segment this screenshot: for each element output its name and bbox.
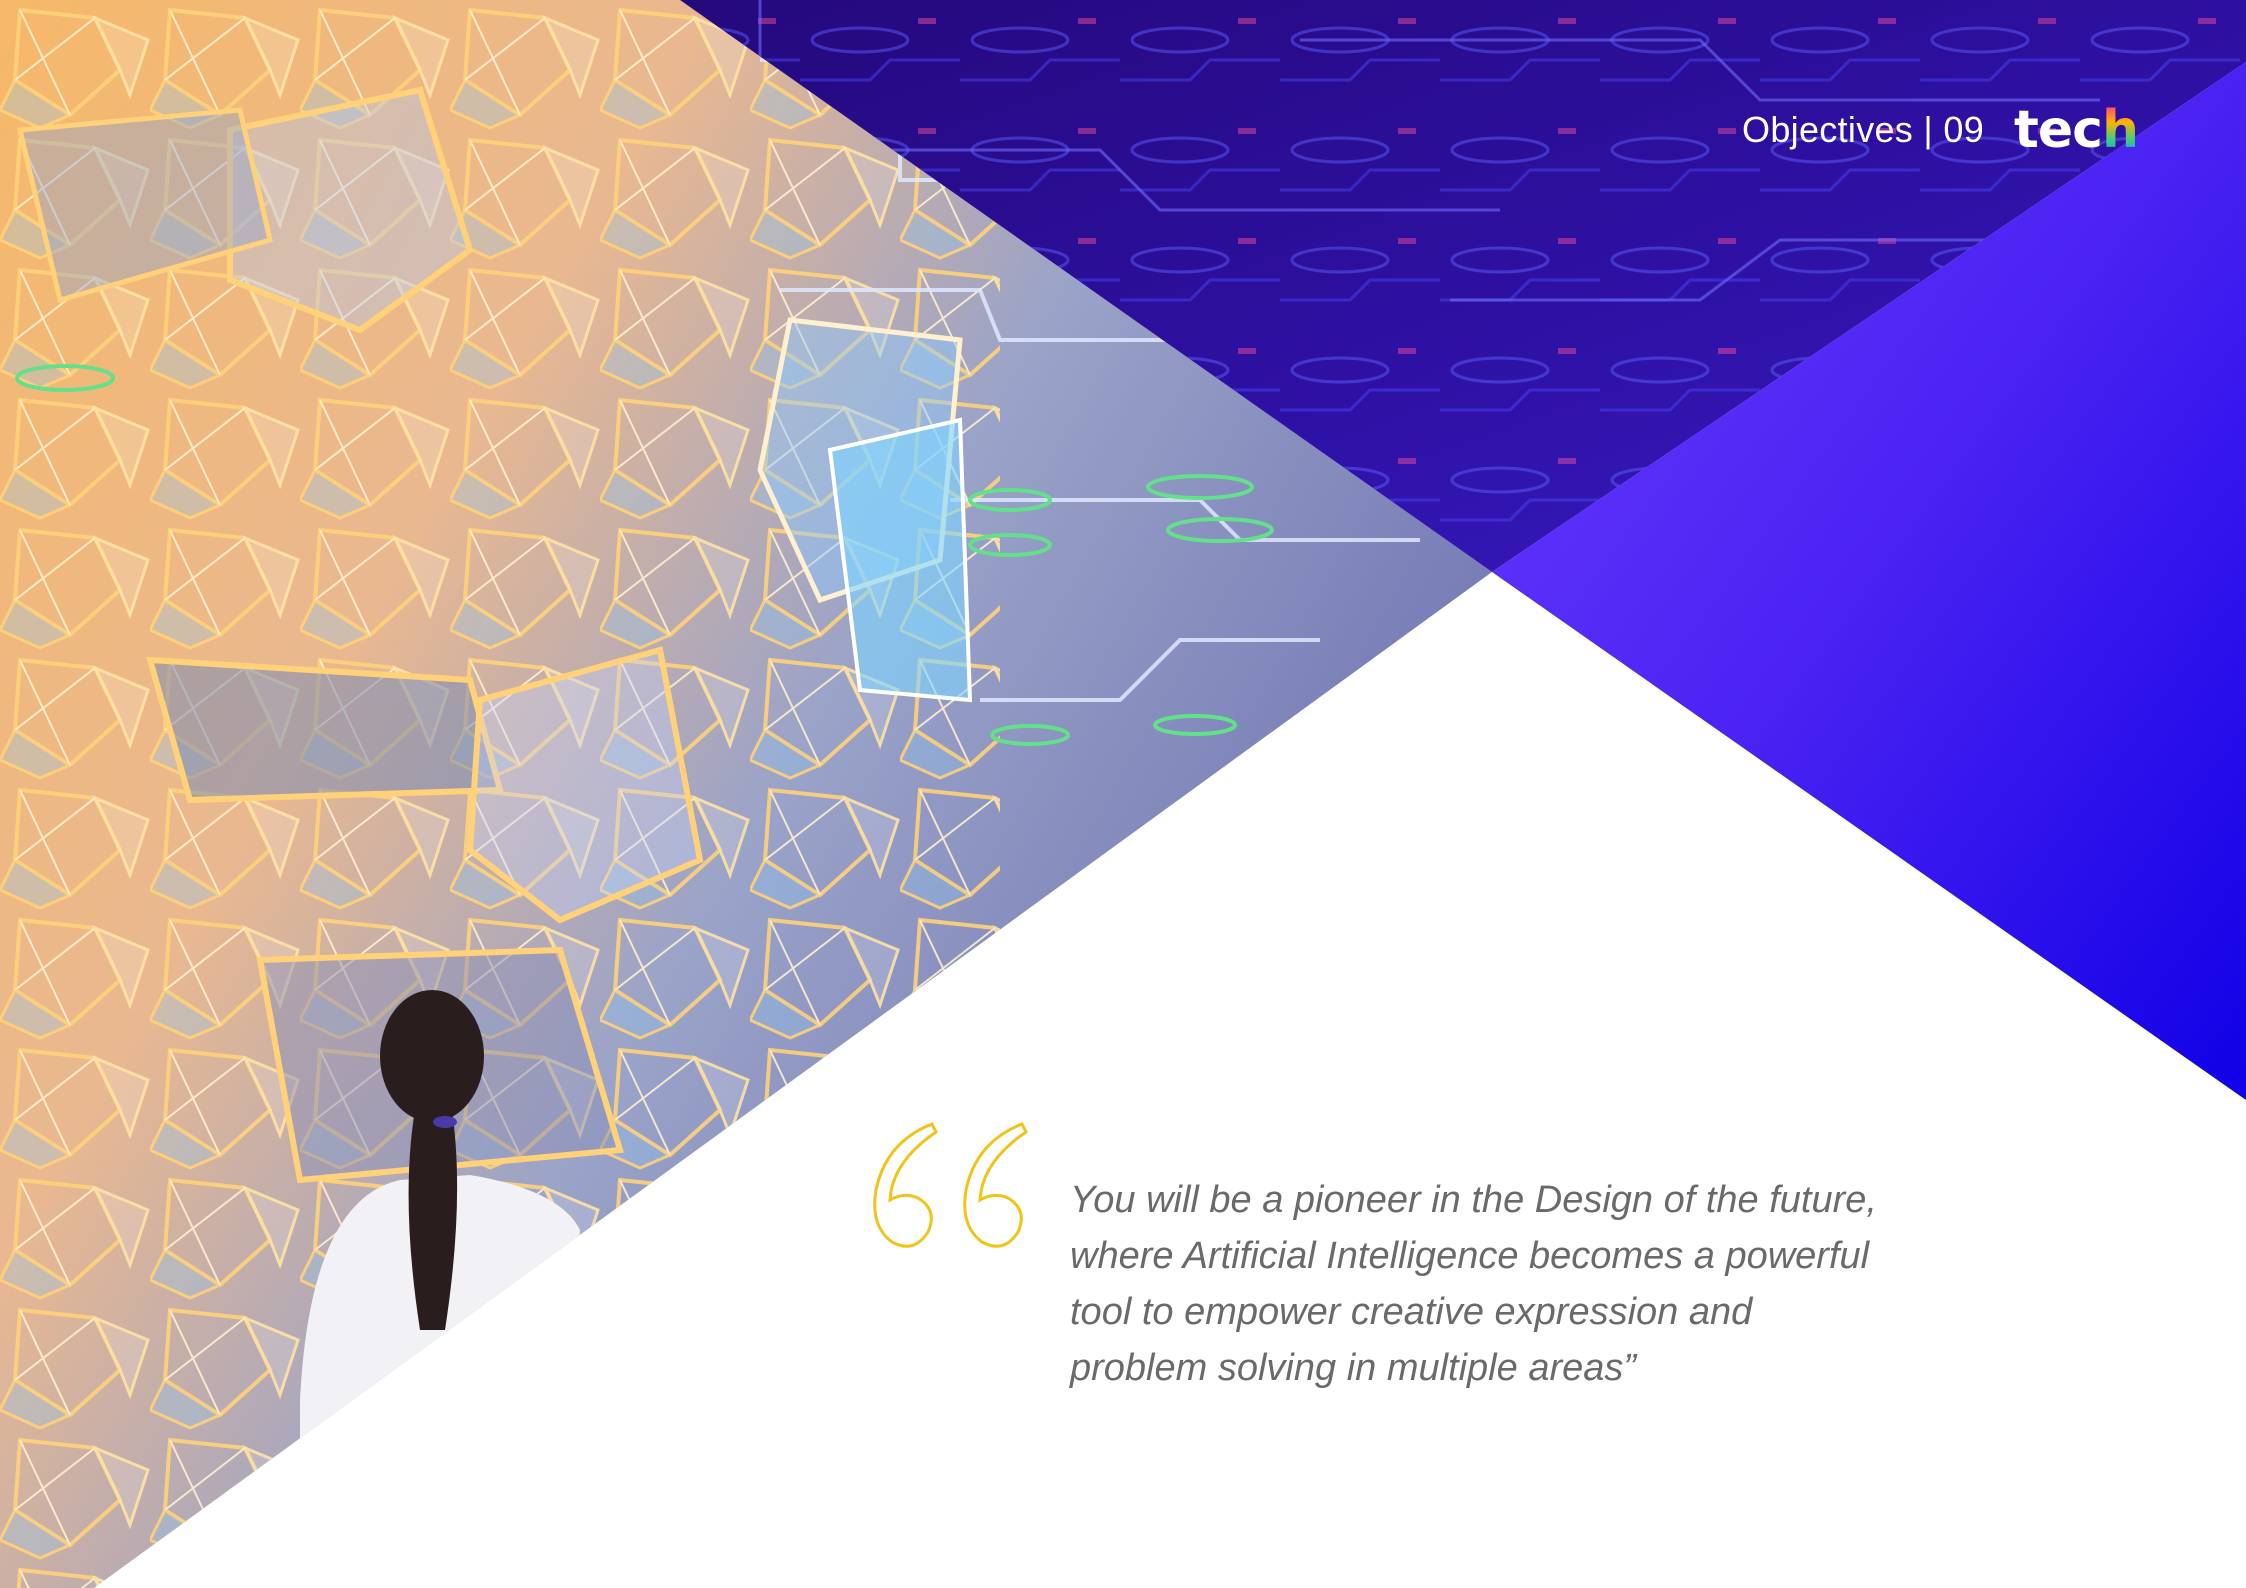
logo-accent: h — [2101, 100, 2139, 160]
quote-text: You will be a pioneer in the Design of t… — [1070, 1172, 1900, 1396]
quote-line: tool to empower creative expression and — [1070, 1291, 1753, 1333]
brochure-page: Objectives | 09 tec h You will be a pione… — [0, 0, 2246, 1588]
logo-main: tec — [2014, 100, 2103, 160]
tech-logo: tec h — [2014, 100, 2139, 160]
page-header: Objectives | 09 tec h — [1742, 100, 2139, 160]
section-label: Objectives | 09 — [1742, 109, 1985, 150]
quote-line: You will be a pioneer in the Design of t… — [1070, 1179, 1877, 1221]
quote-mark-icon — [873, 1122, 1028, 1248]
quote-line: problem solving in multiple areas” — [1070, 1347, 1637, 1389]
quote-line: where Artificial Intelligence becomes a … — [1070, 1235, 1870, 1277]
